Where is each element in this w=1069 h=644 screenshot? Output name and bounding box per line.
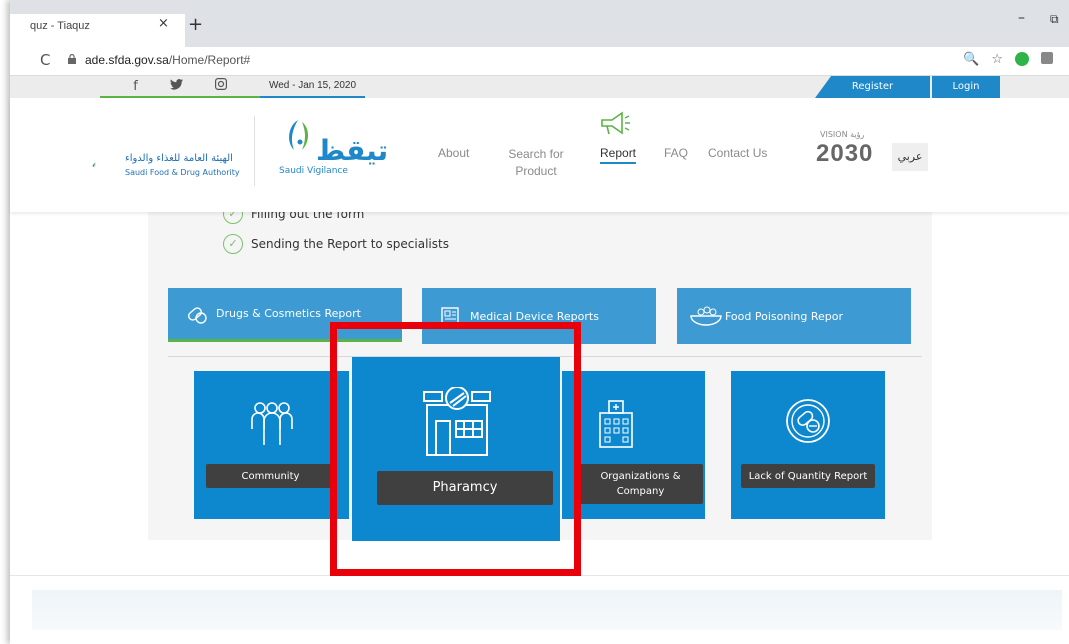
vision-2030-logo: 2030 [816, 140, 874, 167]
community-people-icon [251, 402, 293, 445]
social-links: f [100, 76, 260, 98]
vision-label: VISION رؤية [820, 130, 865, 139]
tab-food-poisoning-report[interactable]: Food Poisoning Repor [677, 288, 911, 344]
browser-tab-bar: quz - Tiaquz × + – ⧉ [10, 0, 1069, 47]
login-button[interactable]: Login [932, 76, 1000, 98]
brand-arabic: تيقظ [316, 134, 389, 167]
star-icon[interactable]: ☆ [991, 52, 1003, 67]
address-bar-icons: 🔍 ☆ [963, 52, 1053, 67]
nav-report[interactable]: Report [600, 146, 637, 164]
extension-icon[interactable] [1041, 52, 1053, 64]
nav-about[interactable]: About [438, 146, 469, 160]
nav-search-for-product[interactable]: Search for Product [506, 146, 566, 180]
sfda-logo-icon[interactable] [92, 150, 117, 180]
instagram-icon[interactable] [214, 78, 227, 94]
twitter-icon[interactable] [169, 78, 183, 94]
check-circle-icon: ✓ [223, 234, 243, 254]
card-label: Organizations & Company [578, 464, 703, 504]
browser-window: quz - Tiaquz × + – ⧉ C ade.sfda.gov.sa/H… [10, 0, 1069, 644]
url-field[interactable]: ade.sfda.gov.sa/Home/Report# [85, 53, 250, 67]
brand-english: Saudi Vigilance [279, 166, 348, 176]
sfda-english-name: Saudi Food & Drug Authority [125, 168, 240, 177]
current-date: Wed - Jan 15, 2020 [260, 76, 365, 98]
new-tab-button[interactable]: + [188, 14, 203, 35]
tab-title: quz - Tiaquz [30, 20, 90, 32]
pill-icon [188, 306, 207, 324]
site-header: الهيئة العامة للغذاء والدواء Saudi Food … [10, 98, 1069, 212]
card-organizations-company[interactable]: Organizations & Company [562, 371, 705, 519]
step-sending-report: ✓ Sending the Report to specialists [223, 234, 449, 254]
zoom-icon[interactable]: 🔍 [963, 52, 979, 67]
food-bowl-icon [690, 306, 722, 326]
site-top-bar: f Wed - Jan 15, 2020 Register Login [10, 76, 1069, 98]
card-label: Community [206, 464, 335, 488]
nav-faq[interactable]: FAQ [664, 146, 688, 160]
register-button[interactable]: Register [815, 76, 930, 98]
pills-circle-icon [786, 399, 830, 443]
header-divider [254, 116, 255, 186]
sfda-arabic-name: الهيئة العامة للغذاء والدواء [125, 153, 233, 164]
megaphone-icon [601, 111, 630, 135]
building-icon [599, 400, 633, 448]
nav-contact-us[interactable]: Contact Us [708, 146, 767, 160]
minimize-icon[interactable]: – [1018, 10, 1025, 26]
card-lack-of-quantity-report[interactable]: Lack of Quantity Report [731, 371, 885, 519]
tab-close-icon[interactable]: × [158, 16, 169, 31]
card-community[interactable]: Community [194, 371, 349, 519]
pharmacy-highlight-box [330, 322, 581, 576]
lock-icon [68, 54, 76, 64]
restore-icon[interactable]: ⧉ [1050, 12, 1059, 27]
grammarly-extension-icon[interactable] [1015, 52, 1029, 66]
card-label: Lack of Quantity Report [741, 464, 875, 488]
address-bar-row: C ade.sfda.gov.sa/Home/Report# 🔍 ☆ [10, 47, 1069, 76]
language-toggle-button[interactable]: عربي [892, 143, 928, 171]
facebook-icon[interactable]: f [133, 79, 138, 94]
footer-background [32, 590, 1062, 630]
reload-icon[interactable]: C [40, 51, 50, 69]
